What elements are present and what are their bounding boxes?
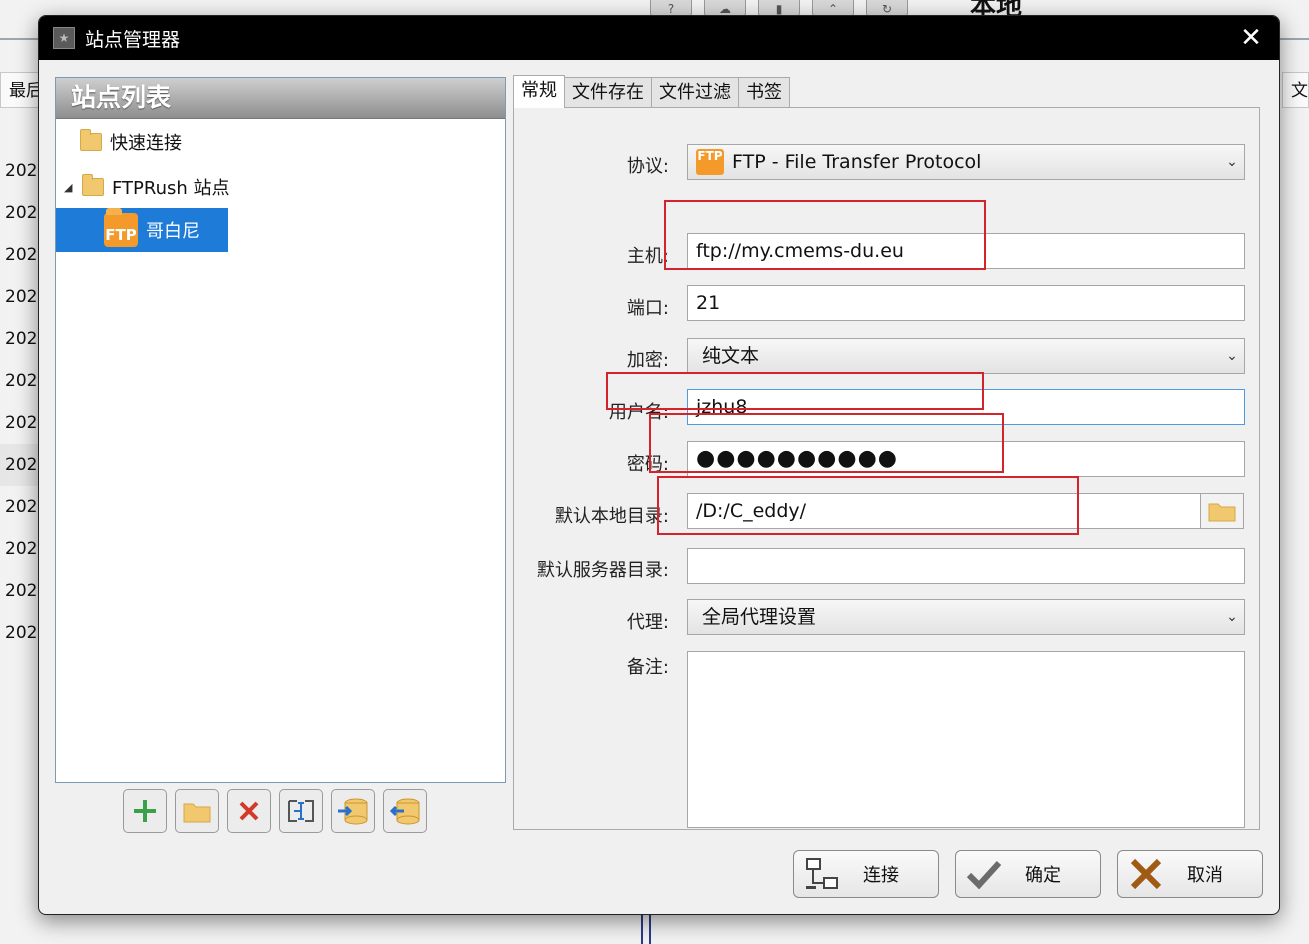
bg-file-row[interactable]: 202 (0, 192, 40, 234)
username-input[interactable]: jzhu8 (687, 389, 1245, 425)
ftp-icon: FTP (696, 149, 724, 175)
delete-icon (239, 801, 259, 821)
tree-item-label: FTPRush 站点 (112, 178, 230, 199)
add-site-button[interactable] (123, 789, 167, 833)
add-folder-button[interactable] (175, 789, 219, 833)
bg-column-header-modified[interactable]: 最后 (0, 72, 40, 108)
protocol-label: 协议: (626, 156, 669, 177)
app-icon: ★ (53, 27, 75, 49)
ftp-site-icon: FTP (104, 208, 138, 247)
local-dir-label: 默认本地目录: (554, 506, 669, 527)
close-button[interactable]: ✕ (1237, 23, 1265, 53)
bg-file-row[interactable]: 202 (0, 612, 40, 654)
tree-item-site-selected[interactable]: FTP 哥白尼 (56, 208, 228, 252)
titlebar[interactable]: ★ 站点管理器 ✕ (39, 16, 1279, 60)
dialog-buttons: 连接 确定 取消 (793, 850, 1263, 898)
connect-button[interactable]: 连接 (793, 850, 939, 898)
local-dir-input[interactable]: /D:/C_eddy/ (687, 493, 1201, 529)
tab-bookmarks[interactable]: 书签 (738, 77, 790, 108)
tab-general[interactable]: 常规 (513, 75, 565, 108)
tab-file-exists[interactable]: 文件存在 (564, 77, 652, 108)
tree-item-label: 哥白尼 (146, 221, 200, 242)
notes-label: 备注: (626, 657, 669, 678)
site-list-toolbar (123, 789, 427, 833)
tree-item-quick-connect[interactable]: 快速连接 (80, 120, 182, 164)
proxy-select[interactable]: 全局代理设置 ⌄ (687, 599, 1245, 635)
ok-label: 确定 (1025, 865, 1061, 886)
bg-file-row[interactable]: 202 (0, 234, 40, 276)
export-icon (389, 798, 420, 825)
bg-toolbar: ? ☁ ▮ ⌃ ↻ (650, 0, 908, 17)
tree-item-label: 快速连接 (110, 133, 182, 154)
tab-bar: 常规 文件存在 文件过滤 书签 (513, 75, 790, 108)
bg-file-row[interactable]: 202 (0, 570, 40, 612)
bg-file-row[interactable]: 202 (0, 360, 40, 402)
site-list-header: 站点列表 (56, 78, 505, 119)
rename-button[interactable] (279, 789, 323, 833)
password-label: 密码: (626, 454, 669, 475)
site-list-panel: 站点列表 快速连接 ◢ FTPRush 站点 FTP 哥白尼 (55, 77, 506, 783)
folder-icon (1208, 503, 1236, 522)
collapse-arrow-icon[interactable]: ◢ (64, 181, 74, 194)
cancel-label: 取消 (1187, 865, 1223, 886)
protocol-select[interactable]: FTP FTP - File Transfer Protocol ⌄ (687, 144, 1245, 180)
notes-textarea[interactable] (687, 651, 1245, 828)
delete-button[interactable] (227, 789, 271, 833)
cancel-x-icon (1124, 854, 1168, 894)
bg-column-header-file[interactable]: 文 (1282, 72, 1309, 108)
tree-item-ftprush-sites[interactable]: ◢ FTPRush 站点 (64, 165, 230, 209)
general-tab-panel: 协议: FTP FTP - File Transfer Protocol ⌄ 主… (513, 107, 1260, 830)
bg-file-row[interactable]: 202 (0, 276, 40, 318)
cancel-button[interactable]: 取消 (1117, 850, 1263, 898)
plus-icon (134, 800, 156, 822)
checkmark-icon (962, 854, 1006, 894)
dialog-title: 站点管理器 (85, 28, 181, 51)
proxy-value: 全局代理设置 (702, 606, 817, 628)
export-button[interactable] (383, 789, 427, 833)
bg-file-row[interactable]: 202 (0, 150, 40, 192)
encryption-value: 纯文本 (702, 345, 760, 367)
port-label: 端口: (626, 298, 669, 319)
import-button[interactable] (331, 789, 375, 833)
password-input[interactable]: ●●●●●●●●●● (687, 441, 1245, 477)
site-manager-dialog: ★ 站点管理器 ✕ 站点列表 快速连接 ◢ FTPRush 站点 FTP 哥白尼 (38, 15, 1280, 915)
bg-file-row[interactable]: 202 (0, 486, 40, 528)
tab-file-filter[interactable]: 文件过滤 (651, 77, 739, 108)
host-input[interactable]: ftp://my.cmems-du.eu (687, 233, 1245, 269)
bg-splitter[interactable] (641, 912, 651, 944)
bg-file-row[interactable]: 202 (0, 444, 40, 486)
bg-file-row[interactable]: 202 (0, 402, 40, 444)
chevron-down-icon: ⌄ (1226, 609, 1238, 625)
import-icon (338, 798, 368, 825)
username-label: 用户名: (608, 402, 669, 423)
bg-file-row[interactable]: 202 (0, 318, 40, 360)
remote-dir-label: 默认服务器目录: (536, 560, 669, 581)
browse-local-dir-button[interactable] (1200, 493, 1244, 529)
folder-icon (82, 174, 104, 196)
bg-file-rows: 202 202 202 202 202 202 202 202 202 202 202 202 (0, 150, 40, 654)
rename-icon (288, 800, 314, 822)
encryption-select[interactable]: 纯文本 ⌄ (687, 338, 1245, 374)
proxy-label: 代理: (626, 612, 669, 633)
folder-icon (80, 129, 102, 151)
folder-icon (183, 803, 211, 823)
host-label: 主机: (626, 246, 669, 267)
chevron-down-icon: ⌄ (1226, 154, 1238, 170)
protocol-value: FTP - File Transfer Protocol (732, 151, 982, 173)
network-icon (800, 854, 844, 894)
bg-file-row[interactable]: 202 (0, 528, 40, 570)
chevron-down-icon: ⌄ (1226, 348, 1238, 364)
remote-dir-input[interactable] (687, 548, 1245, 584)
connect-label: 连接 (863, 865, 899, 886)
ok-button[interactable]: 确定 (955, 850, 1101, 898)
port-input[interactable]: 21 (687, 285, 1245, 321)
encryption-label: 加密: (626, 350, 669, 371)
